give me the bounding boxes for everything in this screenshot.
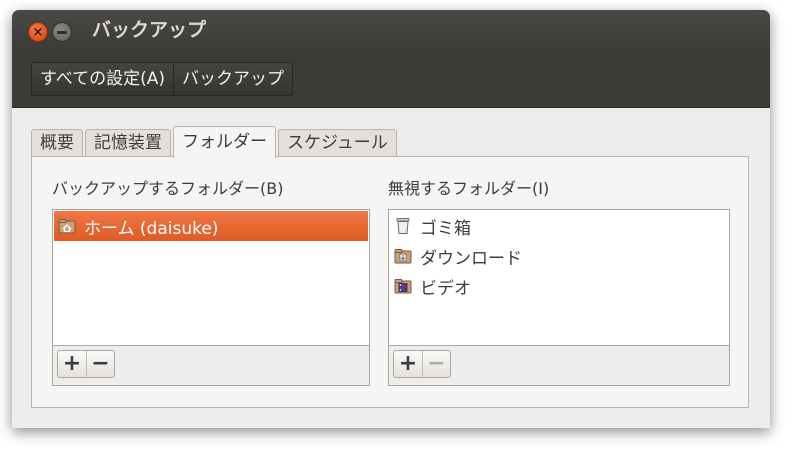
list-item[interactable]: ビデオ <box>390 271 728 301</box>
window-title: バックアップ <box>92 19 207 41</box>
trash-icon <box>396 218 410 234</box>
breadcrumb-all-settings[interactable]: すべての設定(A) <box>32 63 173 95</box>
close-button[interactable]: × <box>28 22 48 42</box>
backup-folders-buttons: + − <box>57 350 115 378</box>
list-item-label: ダウンロード <box>420 248 522 269</box>
tab-storage[interactable]: 記憶装置 <box>85 129 171 157</box>
tab-overview[interactable]: 概要 <box>31 129 83 157</box>
remove-ignore-folder-button[interactable]: − <box>422 351 450 377</box>
list-item-label: ホーム (daisuke) <box>84 218 219 239</box>
list-item-label: ゴミ箱 <box>420 218 471 239</box>
backup-folders-list[interactable]: ホーム (daisuke) <box>52 209 370 346</box>
list-item[interactable]: ホーム (daisuke) <box>54 211 368 241</box>
add-ignore-folder-button[interactable]: + <box>394 351 422 377</box>
minimize-button[interactable] <box>52 22 72 42</box>
ignore-folders-label: 無視するフォルダー(I) <box>388 179 550 198</box>
ignore-folders-list[interactable]: ゴミ箱 ダウンロード ビデオ <box>388 209 730 346</box>
add-backup-folder-button[interactable]: + <box>58 351 86 377</box>
titlebar: × バックアップ <box>12 10 770 50</box>
tab-schedule[interactable]: スケジュール <box>278 129 397 157</box>
breadcrumb-backup[interactable]: バックアップ <box>173 63 292 95</box>
backup-window: × バックアップ すべての設定(A) バックアップ 概要 記憶装置 フォルダー … <box>12 10 770 428</box>
folders-panel: バックアップするフォルダー(B) ホーム (daisuke) + − 無視するフ… <box>31 156 749 408</box>
ignore-folders-buttons: + − <box>393 350 451 378</box>
list-item[interactable]: ゴミ箱 <box>390 211 728 241</box>
backup-folders-label: バックアップするフォルダー(B) <box>52 179 284 198</box>
backup-folders-toolbar: + − <box>52 346 370 386</box>
home-folder-icon <box>58 219 76 234</box>
list-item-label: ビデオ <box>420 278 471 299</box>
minimize-icon <box>57 30 67 34</box>
download-folder-icon <box>394 249 412 264</box>
remove-backup-folder-button[interactable]: − <box>86 351 114 377</box>
tab-bar: 概要 記憶装置 フォルダー スケジュール <box>31 126 399 158</box>
ignore-folders-toolbar: + − <box>388 346 730 386</box>
breadcrumb: すべての設定(A) バックアップ <box>31 62 294 96</box>
video-folder-icon <box>394 279 412 294</box>
close-icon: × <box>32 24 44 40</box>
tab-folders[interactable]: フォルダー <box>173 126 276 158</box>
list-item[interactable]: ダウンロード <box>390 241 728 271</box>
